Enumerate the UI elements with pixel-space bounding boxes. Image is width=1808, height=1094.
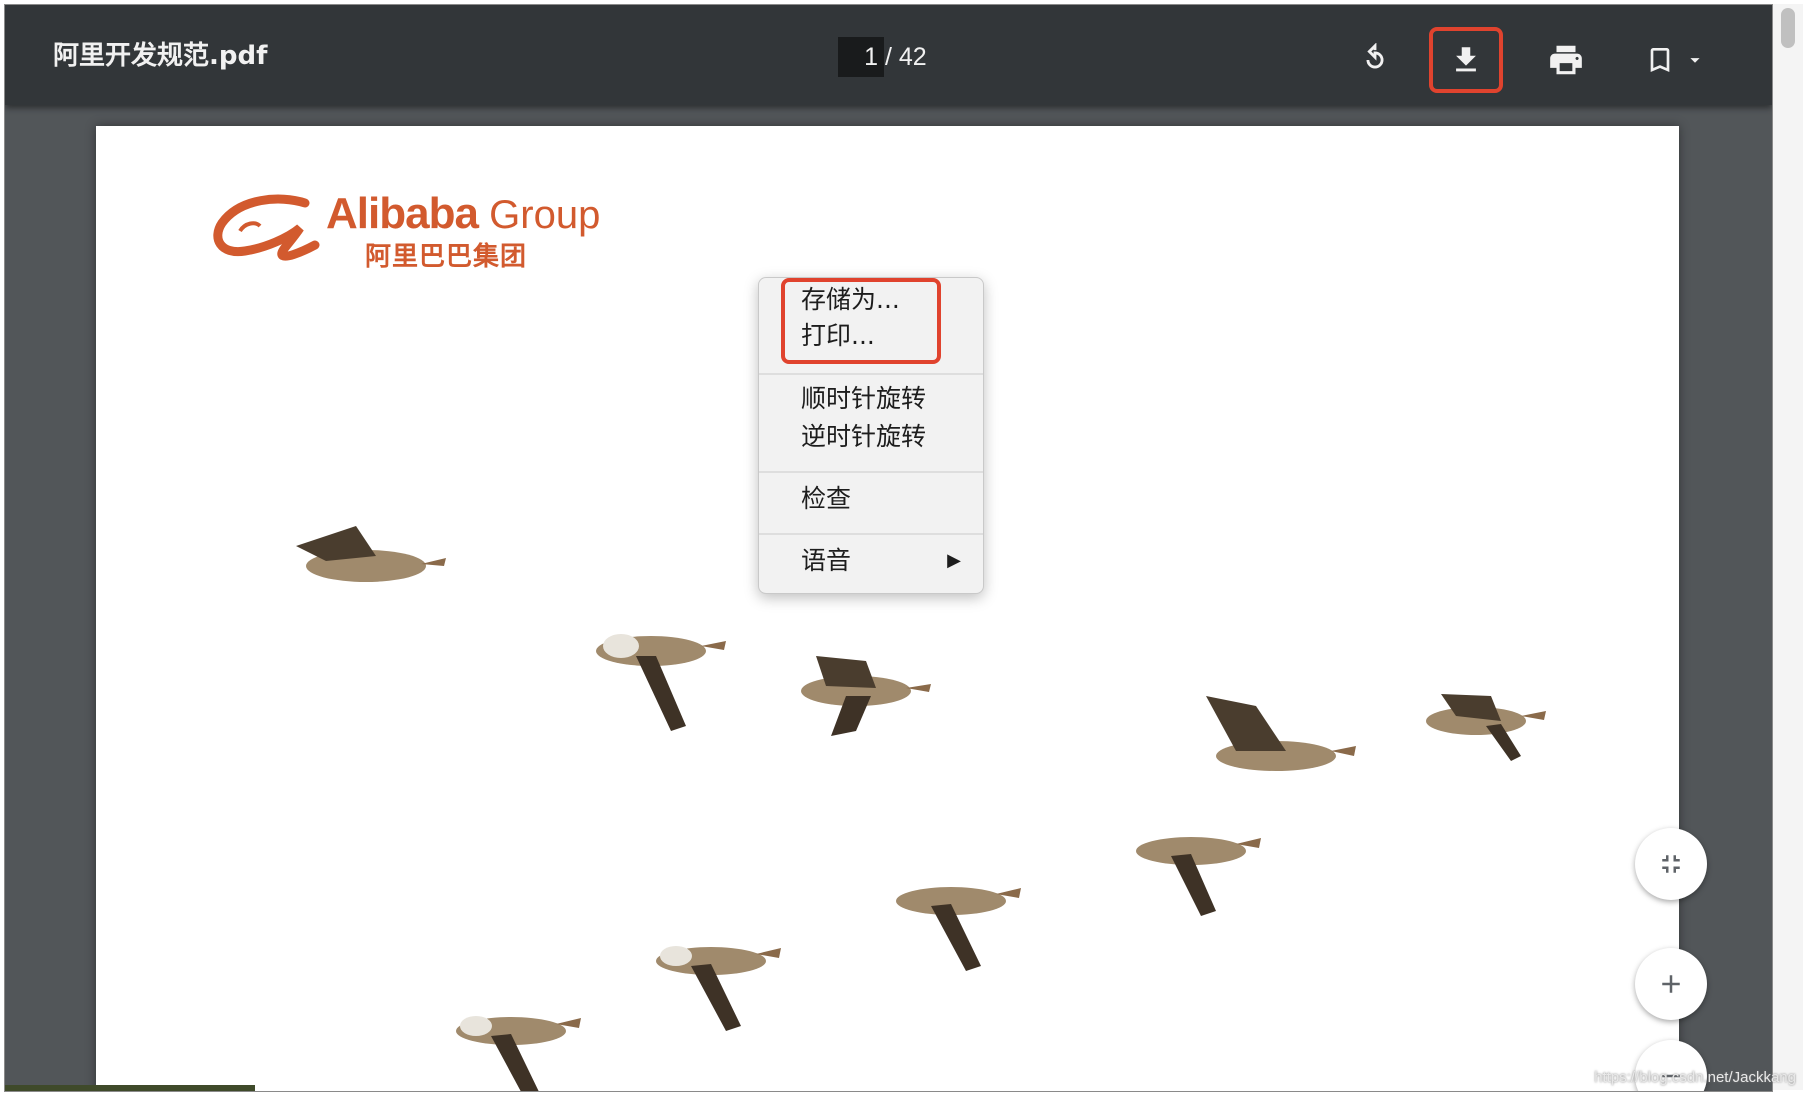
zoom-in-icon bbox=[1662, 975, 1680, 993]
menu-item-speech[interactable]: 语音 bbox=[801, 543, 851, 579]
page-total: / 42 bbox=[885, 43, 927, 71]
fit-page-icon bbox=[1662, 855, 1680, 873]
bookmark-icon bbox=[1650, 48, 1670, 72]
scrollbar[interactable] bbox=[1773, 4, 1803, 1090]
dropdown-caret-icon bbox=[1690, 58, 1700, 63]
download-button[interactable] bbox=[1429, 27, 1503, 93]
download-icon bbox=[1456, 47, 1476, 72]
print-button[interactable] bbox=[1529, 27, 1603, 93]
menu-item-rotate-counterclockwise[interactable]: 逆时针旋转 bbox=[801, 419, 926, 455]
menu-item-save-as[interactable]: 存储为... bbox=[801, 282, 900, 318]
menu-separator bbox=[759, 471, 983, 473]
page-number-input[interactable]: 1 bbox=[838, 37, 884, 77]
document-title: 阿里开发规范.pdf bbox=[53, 41, 268, 71]
menu-item-inspect[interactable]: 检查 bbox=[801, 481, 851, 517]
watermark: https://blog.csdn.net/Jackkang bbox=[1594, 1069, 1796, 1086]
rotate-icon bbox=[1366, 43, 1384, 69]
geese-illustration bbox=[296, 526, 1546, 1091]
bookmark-button[interactable] bbox=[1625, 27, 1725, 93]
menu-separator bbox=[759, 373, 983, 375]
print-icon bbox=[1550, 45, 1582, 75]
background-edge bbox=[5, 1085, 255, 1091]
scrollbar-thumb[interactable] bbox=[1781, 8, 1795, 48]
zoom-in-button[interactable] bbox=[1635, 948, 1707, 1020]
menu-item-print[interactable]: 打印... bbox=[801, 318, 875, 354]
submenu-arrow-icon: ▶ bbox=[947, 550, 961, 571]
menu-item-rotate-clockwise[interactable]: 顺时针旋转 bbox=[801, 381, 926, 417]
menu-separator bbox=[759, 533, 983, 535]
toolbar: 阿里开发规范.pdf 1 / 42 bbox=[5, 5, 1772, 105]
fit-page-button[interactable] bbox=[1635, 828, 1707, 900]
context-menu: 存储为... 打印... 顺时针旋转 逆时针旋转 检查 语音 ▶ bbox=[758, 277, 984, 594]
rotate-button[interactable] bbox=[1338, 27, 1412, 93]
pdf-page: Alibaba Group 阿里巴巴集团 bbox=[96, 126, 1679, 1091]
pdf-viewer: 阿里开发规范.pdf 1 / 42 Alibaba Group 阿里巴巴集团 存… bbox=[4, 4, 1773, 1092]
